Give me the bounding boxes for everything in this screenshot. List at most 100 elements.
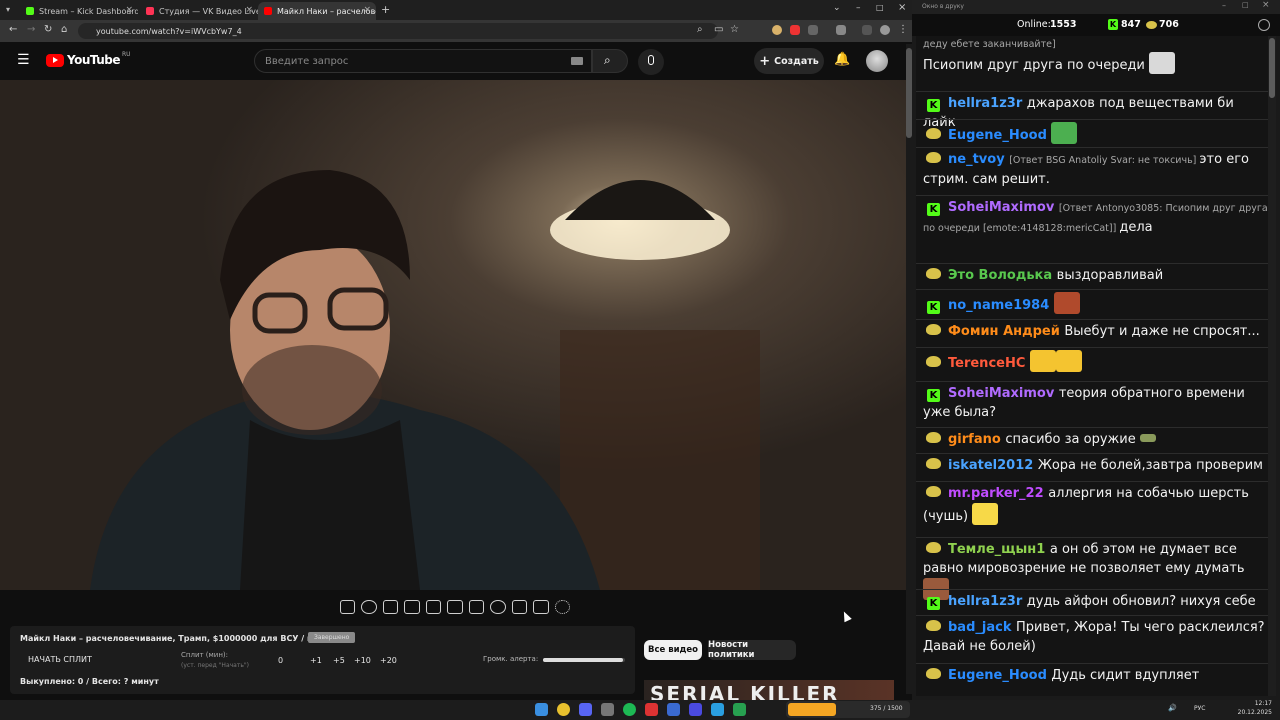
clock-time[interactable]: 12:17 <box>1242 700 1272 707</box>
tab-search-icon[interactable]: ▾ <box>6 5 10 14</box>
search-button[interactable]: ⌕ <box>592 49 628 73</box>
step-plus-10-button[interactable]: +10 <box>354 656 371 665</box>
forward-icon[interactable]: → <box>27 24 35 35</box>
app-icon[interactable] <box>689 703 702 716</box>
chat-username[interactable]: bad_jack <box>948 620 1016 635</box>
media-widget[interactable]: 375 / 1500 <box>786 701 910 718</box>
app-icon[interactable] <box>645 703 658 716</box>
bookmark-star-icon[interactable]: ☆ <box>730 24 739 35</box>
chat-scrollbar-thumb[interactable] <box>1269 38 1275 98</box>
maximize-icon[interactable]: □ <box>1242 1 1249 9</box>
chat-username[interactable]: Eugene_Hood <box>948 128 1051 143</box>
close-tab-icon[interactable]: × <box>363 5 371 15</box>
speed-icon[interactable] <box>490 600 506 614</box>
download-icon[interactable] <box>836 25 846 35</box>
settings-icon[interactable] <box>1258 19 1270 31</box>
avatar[interactable] <box>866 50 888 72</box>
voice-search-button[interactable] <box>638 49 664 75</box>
step-plus-1-button[interactable]: +1 <box>310 656 322 665</box>
youtube-logo[interactable]: YouTube RU <box>46 51 131 67</box>
create-button[interactable]: + Создать <box>754 48 824 74</box>
spotify-icon[interactable] <box>623 703 636 716</box>
chat-divider <box>916 91 1268 92</box>
clapper-icon[interactable] <box>404 600 420 614</box>
close-window-icon[interactable]: × <box>1262 0 1270 10</box>
extension-icon[interactable] <box>772 25 782 35</box>
obs-icon[interactable] <box>601 703 614 716</box>
reload-icon[interactable]: ↻ <box>44 24 52 35</box>
add-icon[interactable] <box>511 600 528 614</box>
chat-username[interactable]: mr.parker_22 <box>948 486 1048 501</box>
speaker-icon[interactable]: 🔊 <box>1168 704 1177 712</box>
grid-icon[interactable] <box>468 600 485 614</box>
chat-username[interactable]: ne_tvoy <box>948 152 1009 167</box>
maximize-icon[interactable]: □ <box>876 3 884 12</box>
repeat-icon[interactable] <box>340 600 356 614</box>
close-tab-icon[interactable]: × <box>245 5 253 15</box>
chip-all-videos[interactable]: Все видео <box>644 640 702 660</box>
chat-username[interactable]: SoheiMaximov <box>948 386 1059 401</box>
chat-username[interactable]: Фомин Андрей <box>948 324 1064 339</box>
step-plus-20-button[interactable]: +20 <box>380 656 397 665</box>
chat-scrollbar[interactable] <box>1268 36 1276 696</box>
telegram-icon[interactable] <box>711 703 724 716</box>
screenshot-camera-icon[interactable] <box>533 600 549 614</box>
view-icon[interactable] <box>382 600 399 614</box>
home-icon[interactable]: ⌂ <box>61 24 67 35</box>
tab-vk-studio[interactable]: Студия — VK Видео Live × <box>140 2 258 20</box>
kick-icon: K <box>1108 19 1118 30</box>
chat-username[interactable]: hellra1z3r <box>948 96 1027 111</box>
clock-date[interactable]: 20.12.2025 <box>1236 709 1272 716</box>
alert-volume-slider[interactable] <box>543 658 625 662</box>
menu-kebab-icon[interactable]: ⋮ <box>898 24 908 35</box>
broadcast-icon[interactable] <box>361 600 377 614</box>
tab-youtube-video[interactable]: Майкл Наки – расчеловеч... × <box>258 2 376 20</box>
tab-kick-dashboard[interactable]: Stream – Kick Dashboard × <box>20 2 138 20</box>
recommended-thumbnail[interactable]: SERIAL KILLER <box>644 680 894 700</box>
keyboard-icon[interactable] <box>571 57 583 65</box>
split-value[interactable]: 0 <box>278 656 283 665</box>
app-icon[interactable] <box>733 703 746 716</box>
back-icon[interactable]: ← <box>9 24 17 35</box>
profile-avatar-icon[interactable] <box>880 25 890 35</box>
hamburger-menu-icon[interactable]: ☰ <box>17 52 30 68</box>
video-player[interactable] <box>0 80 906 590</box>
chip-politics-news[interactable]: Новости политики <box>708 640 796 660</box>
chat-username[interactable]: girfano <box>948 432 1005 447</box>
close-tab-icon[interactable]: × <box>125 5 133 15</box>
chat-username[interactable]: iskatel2012 <box>948 458 1038 473</box>
split-panel: Майкл Наки – расчеловечивание, Трамп, $1… <box>10 626 635 694</box>
url-field[interactable]: youtube.com/watch?v=iWVcbYw7_4 <box>78 23 718 39</box>
close-window-icon[interactable]: × <box>898 2 906 13</box>
minimize-icon[interactable]: – <box>1222 1 1226 10</box>
new-tab-icon[interactable]: + <box>381 3 390 16</box>
chat-username[interactable]: no_name1984 <box>948 298 1054 313</box>
chrome-icon[interactable] <box>557 703 570 716</box>
chat-username[interactable]: hellra1z3r <box>948 594 1027 609</box>
sidepanel-icon[interactable] <box>862 25 872 35</box>
discord-icon[interactable] <box>579 703 592 716</box>
minimize-icon[interactable]: – <box>856 3 861 13</box>
chat-username[interactable]: SoheiMaximov <box>948 200 1059 215</box>
steam-icon[interactable] <box>667 703 680 716</box>
settings-gear-icon[interactable] <box>554 600 570 614</box>
chat-username[interactable]: TerenceHC <box>948 356 1030 371</box>
start-windows-icon[interactable] <box>535 703 548 716</box>
browser-window: ▾ Stream – Kick Dashboard × Студия — VK … <box>0 0 912 700</box>
search-input[interactable]: Введите запрос <box>254 49 592 73</box>
extension-icon[interactable] <box>790 25 800 35</box>
chat-username[interactable]: Eugene_Hood <box>948 668 1051 683</box>
cast-icon[interactable]: ▭ <box>714 24 723 35</box>
chat-username[interactable]: Это Володька <box>948 268 1057 283</box>
start-split-button[interactable]: НАЧАТЬ СПЛИТ <box>28 655 92 664</box>
notifications-bell-icon[interactable]: 🔔 <box>834 52 850 67</box>
tab-list-icon[interactable]: ⌄ <box>833 3 841 13</box>
chat-username[interactable]: Темле_щын1 <box>948 542 1050 557</box>
zoom-icon[interactable]: ⌕ <box>697 24 703 35</box>
step-plus-5-button[interactable]: +5 <box>333 656 345 665</box>
language-indicator[interactable]: РУС <box>1194 705 1205 712</box>
taskbar: 375 / 1500 🔊 РУС 12:17 20.12.2025 <box>0 700 1280 720</box>
film-icon[interactable] <box>447 600 463 614</box>
extensions-puzzle-icon[interactable] <box>808 25 818 35</box>
pip-icon[interactable] <box>425 600 442 614</box>
